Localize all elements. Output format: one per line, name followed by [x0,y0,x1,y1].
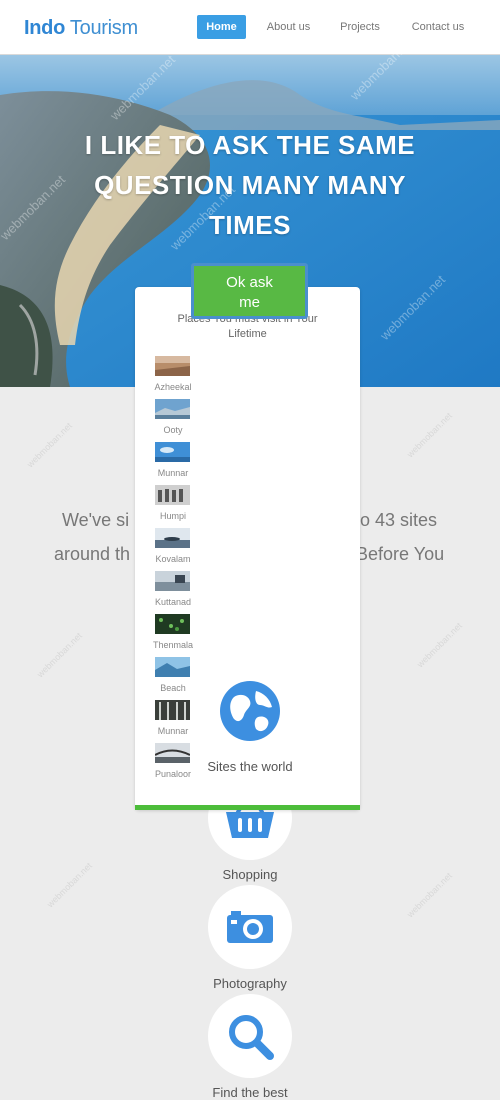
place-item[interactable]: Beach [155,657,191,693]
popup-bottom-bar [135,805,360,810]
stats-text-left-1: We've si [62,510,130,530]
place-name: Ooty [163,425,183,435]
hero-headline: I LIKE TO ASK THE SAME QUESTION MANY MAN… [40,125,460,245]
ruins-thumbnail-icon [155,485,190,505]
beach-thumbnail-icon [155,356,190,376]
place-item[interactable]: Humpi [155,485,191,521]
nav-contact-us[interactable]: Contact us [406,15,470,39]
place-name: Kovalam [155,554,191,564]
logo-light-text: Tourism [69,17,138,39]
watermark-text: webmoban.net [45,860,94,910]
place-name: Kuttanad [154,597,192,607]
ask-button-line-1: Ok ask [226,274,273,291]
sea-thumbnail-icon [155,657,190,677]
watermark-text: webmoban.net [405,870,454,920]
camera-icon [227,911,273,943]
place-item[interactable]: Ooty [155,399,191,435]
stats-text-right-2: Before You [356,544,445,564]
hero-headline-line-2: QUESTION MANY MANY [94,170,406,200]
hills-thumbnail-icon [155,399,190,419]
watermark-text: webmoban.net [25,420,74,470]
site-header: Indo Tourism Home About us Projects Cont… [0,0,500,55]
feature-label-shopping: Shopping [222,867,278,882]
place-item[interactable]: Kovalam [155,528,191,564]
photography-feature-circle[interactable] [208,885,292,969]
nav-projects[interactable]: Projects [334,15,386,39]
watermark-text: webmoban.net [405,410,454,460]
backwaters-thumbnail-icon [155,571,190,591]
place-item[interactable]: Munnar [155,700,191,736]
place-name: Beach [160,683,186,693]
watermark-text: webmoban.net [35,630,84,680]
search-feature-circle[interactable] [208,994,292,1078]
place-name: Azheekal [154,382,192,392]
globe-icon [218,679,282,743]
trees-thumbnail-icon [155,700,190,720]
sky-thumbnail-icon [155,442,190,462]
place-name: Munnar [157,726,189,736]
hero-headline-line-1: I LIKE TO ASK THE SAME [84,130,416,160]
stats-text-left-2: around th [54,544,131,564]
logo-bold-text: Indo [24,17,66,39]
place-name: Munnar [157,468,189,478]
feature-label-photography: Photography [213,976,287,991]
site-logo[interactable]: Indo Tourism [24,16,138,40]
nav-about-us[interactable]: About us [261,15,316,39]
watermark-text: webmoban.net [415,620,464,670]
place-item[interactable]: Thenmala [153,614,194,650]
feature-label-find-best: Find the best [212,1085,288,1100]
popup-title-line-2: Lifetime [228,328,267,340]
place-item[interactable]: Munnar [155,442,191,478]
shore-thumbnail-icon [155,528,190,548]
place-name: Humpi [159,511,186,521]
hero-headline-line-3: TIMES [209,210,291,240]
forest-thumbnail-icon [155,614,190,634]
place-item[interactable]: Kuttanad [155,571,191,607]
place-name: Thenmala [153,640,194,650]
ok-ask-me-button[interactable]: Ok ask me [191,263,308,319]
stats-text-right-1: o 43 sites [360,510,438,530]
place-item[interactable]: Azheekal [154,356,192,392]
ask-button-line-2: me [239,294,260,311]
feature-label-sites: Sites the world [207,759,293,774]
search-icon [229,1015,274,1060]
nav-home[interactable]: Home [197,15,246,39]
